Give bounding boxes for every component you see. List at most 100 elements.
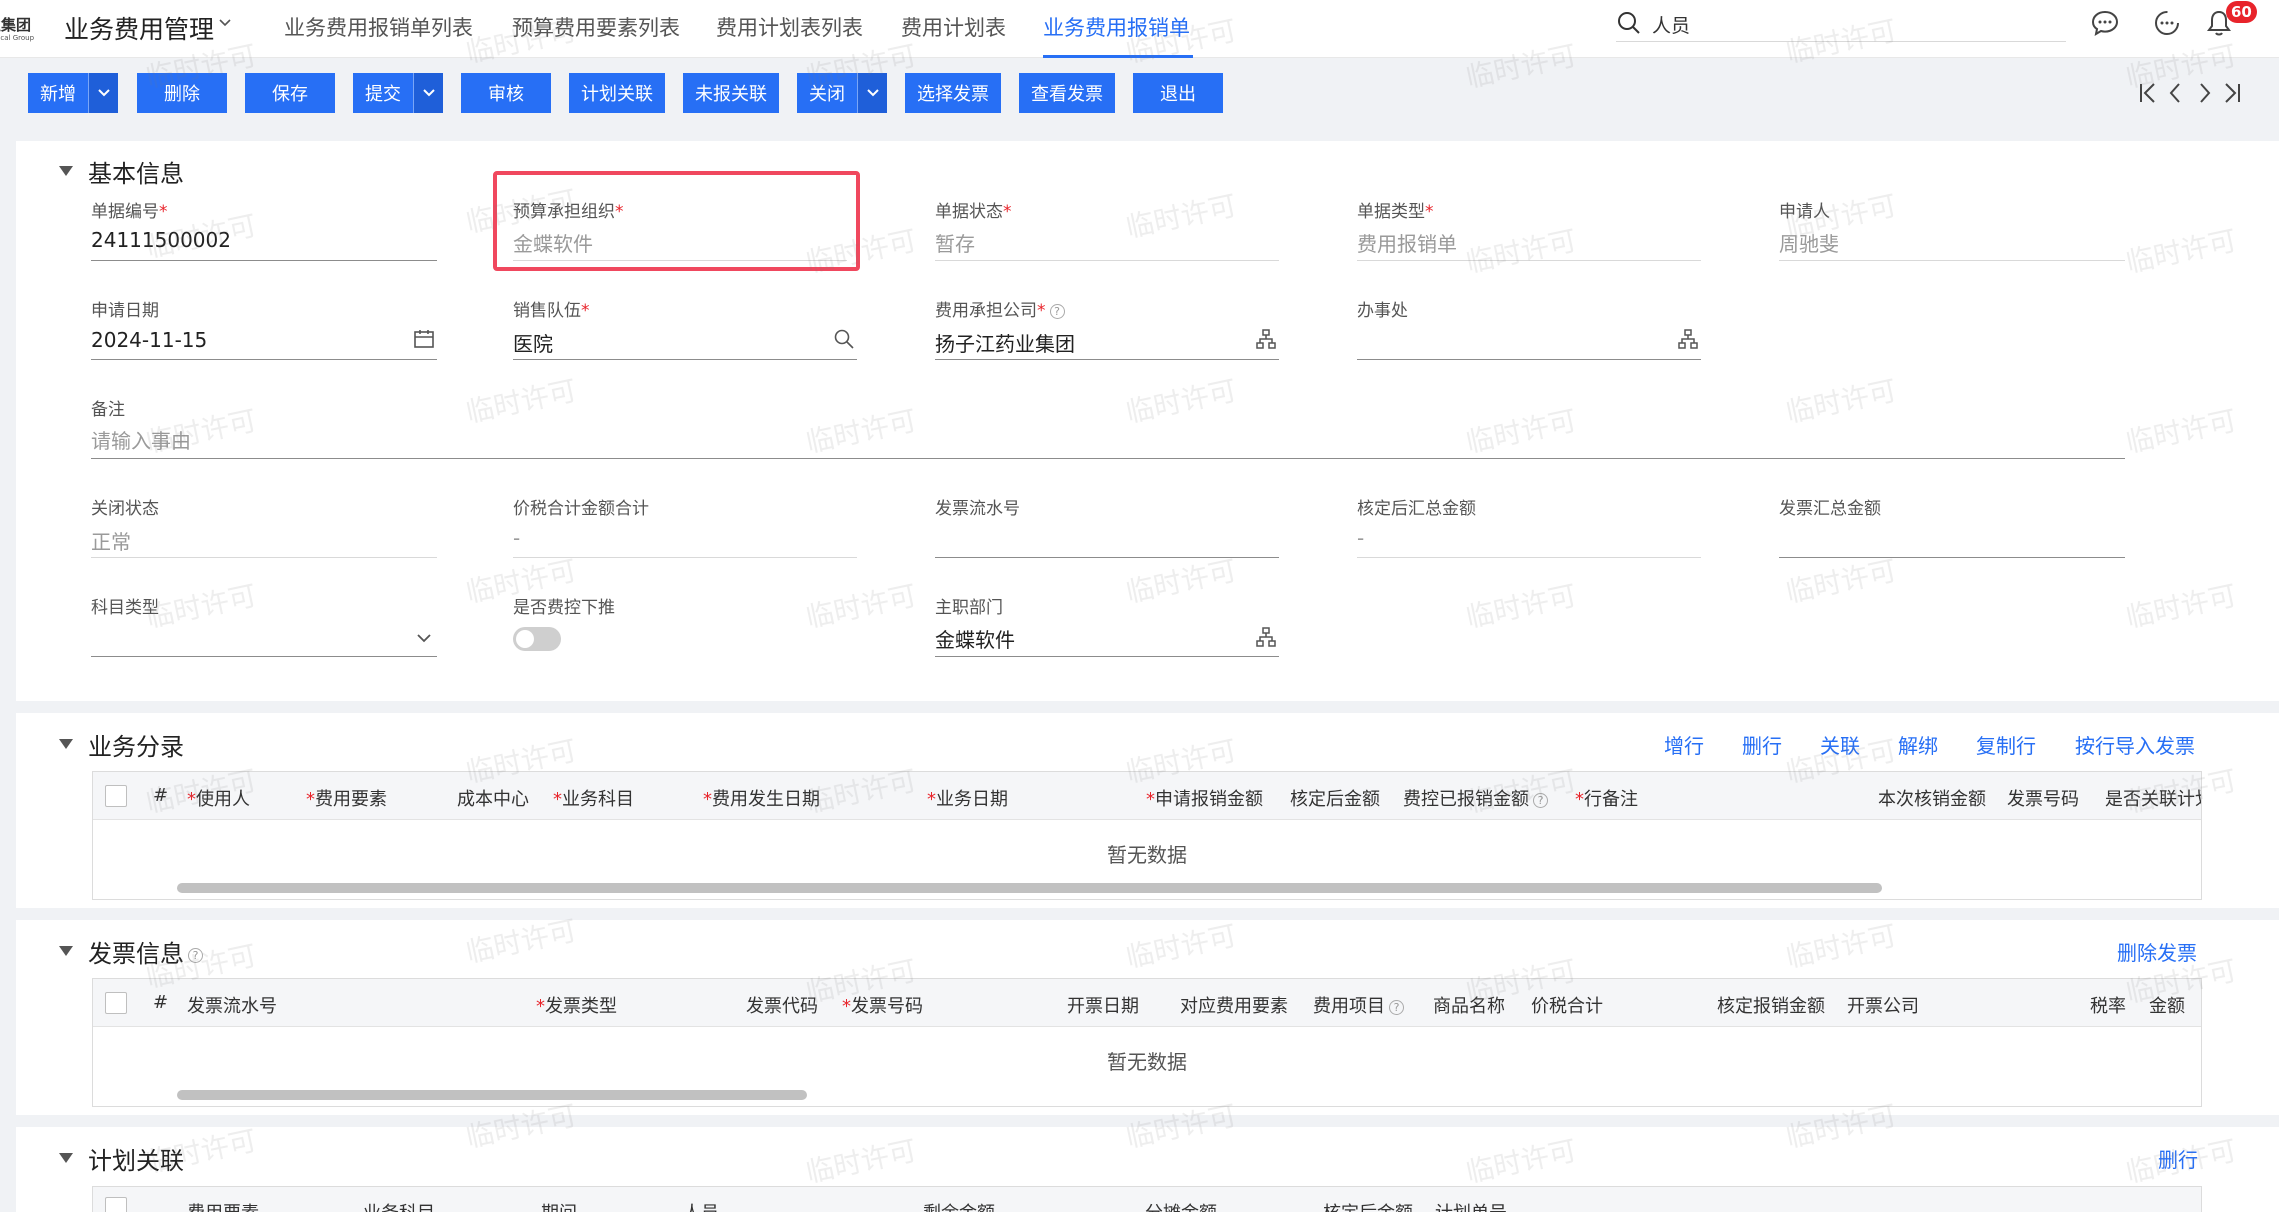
- delete-invoice-button[interactable]: 删除发票: [2117, 937, 2197, 966]
- push-down-toggle[interactable]: [513, 627, 561, 651]
- plan-link-button[interactable]: 计划关联: [569, 73, 665, 113]
- col-tax-rate[interactable]: 税率: [2090, 992, 2126, 1018]
- col-business-subject[interactable]: 业务科目: [363, 1199, 435, 1212]
- remark-input[interactable]: 请输入事由: [91, 425, 191, 454]
- select-invoice-button[interactable]: 选择发票: [905, 73, 1001, 113]
- help-icon[interactable]: ?: [188, 947, 203, 963]
- sales-team-field[interactable]: 医院: [513, 328, 553, 357]
- col-person[interactable]: 人员: [683, 1199, 719, 1212]
- chevron-down-icon[interactable]: [218, 16, 232, 30]
- help-icon[interactable]: ?: [1049, 303, 1065, 319]
- col-invoice-code[interactable]: 发票代码: [746, 992, 818, 1018]
- col-plan-no[interactable]: 计划单号: [1435, 1199, 1507, 1212]
- more-icon[interactable]: [2152, 8, 2182, 38]
- col-invoice-date[interactable]: 开票日期: [1067, 992, 1139, 1018]
- col-invoice-number[interactable]: *发票号码: [842, 992, 923, 1018]
- calendar-icon[interactable]: [413, 328, 435, 350]
- tab-plan-list[interactable]: 费用计划表列表: [716, 12, 863, 42]
- search-input[interactable]: 人员: [1652, 11, 1690, 38]
- org-tree-icon[interactable]: [1255, 626, 1277, 648]
- search-icon[interactable]: [833, 328, 855, 350]
- help-icon[interactable]: ?: [1389, 999, 1404, 1015]
- add-row-button[interactable]: 增行: [1664, 730, 1704, 759]
- main-dept-field[interactable]: 金蝶软件: [935, 624, 1015, 653]
- select-all-checkbox[interactable]: [105, 992, 127, 1014]
- col-approved-amount[interactable]: 核定后金额: [1290, 785, 1380, 811]
- col-amount[interactable]: 金额: [2149, 992, 2185, 1018]
- chevron-down-icon[interactable]: [413, 627, 435, 649]
- col-reimbursed-amount[interactable]: 费控已报销金额?: [1403, 785, 1548, 811]
- horizontal-scrollbar[interactable]: [177, 883, 1882, 893]
- chevron-down-icon: [97, 89, 110, 97]
- close-dropdown-toggle[interactable]: [857, 73, 887, 113]
- col-allocated-amount[interactable]: 分摊金额: [1145, 1199, 1217, 1212]
- col-invoice-type[interactable]: *发票类型: [536, 992, 617, 1018]
- col-product-name[interactable]: 商品名称: [1433, 992, 1505, 1018]
- last-page-icon[interactable]: [2220, 80, 2244, 106]
- col-business-date[interactable]: *业务日期: [927, 785, 1008, 811]
- submit-dropdown-toggle[interactable]: [413, 73, 443, 113]
- tab-expense-list[interactable]: 业务费用报销单列表: [284, 12, 473, 42]
- select-all-checkbox[interactable]: [105, 1197, 127, 1212]
- org-tree-icon[interactable]: [1677, 328, 1699, 350]
- tab-plan[interactable]: 费用计划表: [901, 12, 1006, 42]
- app-title[interactable]: 业务费用管理: [64, 10, 214, 46]
- col-remaining-amount[interactable]: 剩余金额: [923, 1199, 995, 1212]
- col-business-subject[interactable]: *业务科目: [553, 785, 634, 811]
- delete-row-button[interactable]: 删行: [2158, 1144, 2198, 1173]
- col-invoice-serial[interactable]: 发票流水号: [187, 992, 277, 1018]
- collapse-icon[interactable]: [59, 946, 73, 956]
- col-period[interactable]: 期间: [541, 1199, 577, 1212]
- col-issuing-company[interactable]: 开票公司: [1847, 992, 1919, 1018]
- import-invoice-by-row-button[interactable]: 按行导入发票: [2075, 730, 2195, 759]
- col-cost-element[interactable]: 对应费用要素: [1180, 992, 1288, 1018]
- help-icon[interactable]: ?: [1533, 792, 1548, 808]
- unbind-button[interactable]: 解绑: [1898, 730, 1938, 759]
- col-approved-amount[interactable]: 核定后金额: [1323, 1199, 1413, 1212]
- chat-icon[interactable]: [2090, 8, 2120, 38]
- horizontal-scrollbar[interactable]: [177, 1090, 807, 1100]
- close-status-field: 正常: [91, 530, 131, 554]
- col-row-remark[interactable]: *行备注: [1575, 785, 1638, 811]
- col-cost-item[interactable]: 费用项目?: [1313, 992, 1404, 1018]
- col-linked-plan[interactable]: 是否关联计划: [2105, 785, 2201, 811]
- col-approved-amount[interactable]: 核定报销金额: [1717, 992, 1825, 1018]
- col-cost-element[interactable]: 费用要素: [187, 1199, 259, 1212]
- col-tax-total[interactable]: 价税合计: [1531, 992, 1603, 1018]
- collapse-icon[interactable]: [59, 739, 73, 749]
- label-main-dept: 主职部门: [935, 598, 1003, 618]
- new-dropdown-toggle[interactable]: [88, 73, 118, 113]
- unlink-report-button[interactable]: 未报关联: [683, 73, 779, 113]
- col-writeoff-amount[interactable]: 本次核销金额: [1878, 785, 1986, 811]
- col-cost-element[interactable]: *费用要素: [306, 785, 387, 811]
- exit-button[interactable]: 退出: [1133, 73, 1223, 113]
- doc-no-field[interactable]: 24111500002: [91, 228, 231, 252]
- select-all-checkbox[interactable]: [105, 785, 127, 807]
- save-button[interactable]: 保存: [245, 73, 335, 113]
- prev-page-icon[interactable]: [2164, 80, 2188, 106]
- active-tab-indicator: [1043, 55, 1193, 58]
- tab-expense-report[interactable]: 业务费用报销单: [1043, 12, 1190, 42]
- collapse-icon[interactable]: [59, 166, 73, 176]
- view-invoice-button[interactable]: 查看发票: [1019, 73, 1115, 113]
- link-button[interactable]: 关联: [1820, 730, 1860, 759]
- label-invoice-total: 发票汇总金额: [1779, 499, 1881, 519]
- apply-date-field[interactable]: 2024-11-15: [91, 328, 207, 352]
- chevron-down-icon: [422, 89, 435, 97]
- collapse-icon[interactable]: [59, 1153, 73, 1163]
- delete-row-button[interactable]: 删行: [1742, 730, 1782, 759]
- audit-button[interactable]: 审核: [461, 73, 551, 113]
- col-invoice-no[interactable]: 发票号码: [2007, 785, 2079, 811]
- col-cost-center[interactable]: 成本中心: [457, 785, 529, 811]
- tab-budget-elements[interactable]: 预算费用要素列表: [512, 12, 680, 42]
- copy-row-button[interactable]: 复制行: [1976, 730, 2036, 759]
- col-cost-date[interactable]: *费用发生日期: [703, 785, 820, 811]
- delete-button[interactable]: 删除: [137, 73, 227, 113]
- next-page-icon[interactable]: [2192, 80, 2216, 106]
- org-tree-icon[interactable]: [1255, 328, 1277, 350]
- first-page-icon[interactable]: [2136, 80, 2160, 106]
- global-search[interactable]: 人员: [1616, 6, 2066, 42]
- col-user[interactable]: *使用人: [187, 785, 250, 811]
- col-apply-amount[interactable]: *申请报销金额: [1146, 785, 1263, 811]
- cost-company-field[interactable]: 扬子江药业集团: [935, 328, 1075, 357]
